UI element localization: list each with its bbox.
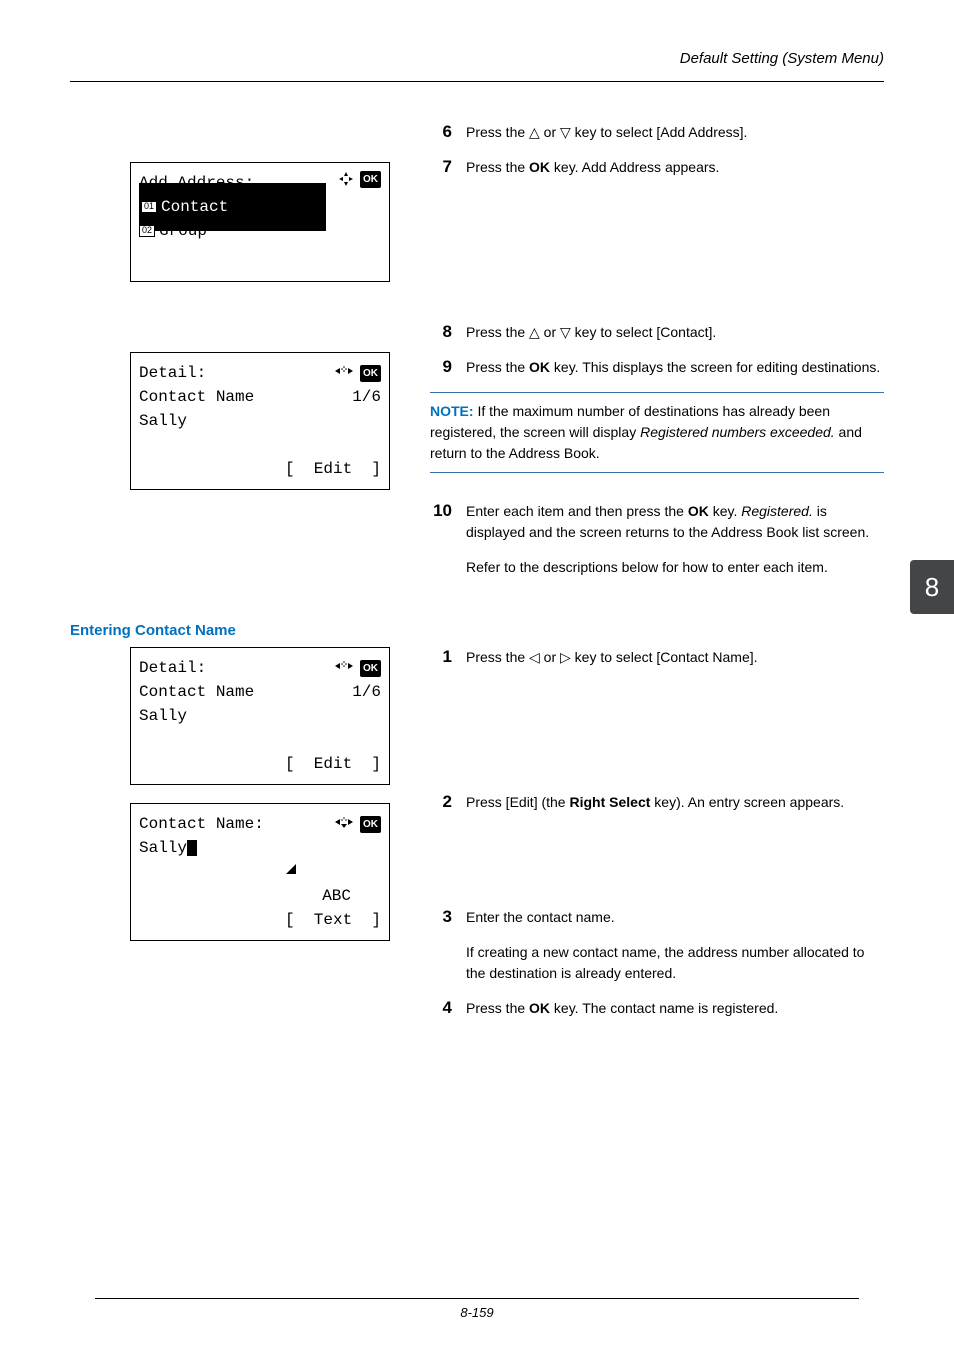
dpad-horiz-icon xyxy=(335,656,353,680)
lcd-input-mode: ABC xyxy=(322,884,351,908)
lcd-softkey-edit: [ Edit ] xyxy=(285,457,381,481)
lcd-page-indicator: 1/6 xyxy=(352,385,381,409)
t: OK xyxy=(688,503,709,519)
step-text: Enter each item and then press the OK ke… xyxy=(466,501,884,578)
step-text: Press the △ or ▽ key to select [Add Addr… xyxy=(466,122,884,143)
lcd-title: Detail: xyxy=(139,656,206,680)
t: Enter each item and then press the xyxy=(466,503,688,519)
item-label: Group xyxy=(159,219,207,243)
step-8: 8 Press the △ or ▽ key to select [Contac… xyxy=(430,322,884,343)
t: Press the xyxy=(466,359,529,375)
step-number: 10 xyxy=(430,501,452,578)
lcd-field-value: Sally xyxy=(139,409,187,433)
step-number: 3 xyxy=(430,907,452,984)
t: Registered. xyxy=(741,503,813,519)
lcd-entry-value: Sally xyxy=(139,836,187,860)
step-number: 6 xyxy=(430,122,452,143)
step-text: Press the ◁ or ▷ key to select [Contact … xyxy=(466,647,884,668)
lcd-softkey-edit: [ Edit ] xyxy=(285,752,381,776)
item-label: Contact xyxy=(161,195,228,219)
t: key. The contact name is registered. xyxy=(550,1000,778,1016)
step-text: Press the OK key. The contact name is re… xyxy=(466,998,884,1019)
t: Enter the contact name. xyxy=(466,909,615,925)
lcd-field-value: Sally xyxy=(139,704,187,728)
text-cursor-icon xyxy=(187,840,197,856)
step-7: 7 Press the OK key. Add Address appears. xyxy=(430,157,884,178)
t: Press the xyxy=(466,1000,529,1016)
chapter-tab: 8 xyxy=(910,560,954,614)
step-text: Enter the contact name. If creating a ne… xyxy=(466,907,884,984)
step-number: 1 xyxy=(430,647,452,668)
t: OK xyxy=(529,359,550,375)
note-label: NOTE: xyxy=(430,403,474,419)
dpad-icon xyxy=(339,172,353,188)
item-index: 02 xyxy=(139,225,155,237)
ok-icon: OK xyxy=(360,365,381,382)
ok-icon: OK xyxy=(360,660,381,677)
step-6: 6 Press the △ or ▽ key to select [Add Ad… xyxy=(430,122,884,143)
step-2b: 2 Press [Edit] (the Right Select key). A… xyxy=(430,792,884,813)
step-number: 9 xyxy=(430,357,452,378)
step-text: Press [Edit] (the Right Select key). An … xyxy=(466,792,884,813)
t: OK xyxy=(529,159,550,175)
page-footer: 8-159 xyxy=(0,1298,954,1320)
lcd-field-label: Contact Name xyxy=(139,385,254,409)
page-header: Default Setting (System Menu) xyxy=(70,50,884,82)
step-number: 7 xyxy=(430,157,452,178)
lcd-detail-1: OK Detail: Contact Name 1/6 Sally [ Edit… xyxy=(130,352,390,490)
lcd-field-label: Contact Name xyxy=(139,680,254,704)
step-number: 8 xyxy=(430,322,452,343)
step-10: 10 Enter each item and then press the OK… xyxy=(430,501,884,578)
lcd-detail-2: OK Detail: Contact Name 1/6 Sally [ Edit… xyxy=(130,647,390,785)
ok-icon: OK xyxy=(360,171,381,188)
subheading-entering-contact-name: Entering Contact Name xyxy=(70,622,884,639)
t: Press the xyxy=(466,159,529,175)
lcd-title: Detail: xyxy=(139,361,206,385)
t: Refer to the descriptions below for how … xyxy=(466,559,828,575)
step-4b: 4 Press the OK key. The contact name is … xyxy=(430,998,884,1019)
t: key). An entry screen appears. xyxy=(650,794,844,810)
step-text: Press the △ or ▽ key to select [Contact]… xyxy=(466,322,884,343)
step-text: Press the OK key. Add Address appears. xyxy=(466,157,884,178)
note-block: NOTE: If the maximum number of destinati… xyxy=(430,392,884,473)
step-3b: 3 Enter the contact name. If creating a … xyxy=(430,907,884,984)
lcd-add-address: OK Add Address: 01 Contact 02 Group xyxy=(130,162,390,282)
t: Press [Edit] (the xyxy=(466,794,569,810)
t: OK xyxy=(529,1000,550,1016)
dpad-down-icon xyxy=(335,812,353,836)
lcd-softkey-text: [ Text ] xyxy=(285,908,381,932)
chapter-number: 8 xyxy=(925,572,939,603)
signal-icon xyxy=(222,836,298,908)
lcd-contact-name-entry: OK Contact Name: Sally ABC [ Text ] xyxy=(130,803,390,941)
header-title: Default Setting (System Menu) xyxy=(70,50,884,67)
t: key. Add Address appears. xyxy=(550,159,719,175)
page-number: 8-159 xyxy=(0,1305,954,1320)
item-index: 01 xyxy=(141,201,157,213)
step-number: 4 xyxy=(430,998,452,1019)
t: key. This displays the screen for editin… xyxy=(550,359,880,375)
t: If creating a new contact name, the addr… xyxy=(466,944,864,981)
footer-rule xyxy=(95,1298,858,1299)
step-text: Press the OK key. This displays the scre… xyxy=(466,357,884,378)
dpad-horiz-icon xyxy=(335,361,353,385)
lcd-page-indicator: 1/6 xyxy=(352,680,381,704)
step-number: 2 xyxy=(430,792,452,813)
step-9: 9 Press the OK key. This displays the sc… xyxy=(430,357,884,378)
header-rule xyxy=(70,81,884,82)
t: key. xyxy=(709,503,741,519)
step-1b: 1 Press the ◁ or ▷ key to select [Contac… xyxy=(430,647,884,668)
lcd-title: Contact Name: xyxy=(139,812,264,836)
ok-icon: OK xyxy=(360,816,381,833)
t: Right Select xyxy=(569,794,650,810)
note-text-italic: Registered numbers exceeded. xyxy=(640,424,835,440)
